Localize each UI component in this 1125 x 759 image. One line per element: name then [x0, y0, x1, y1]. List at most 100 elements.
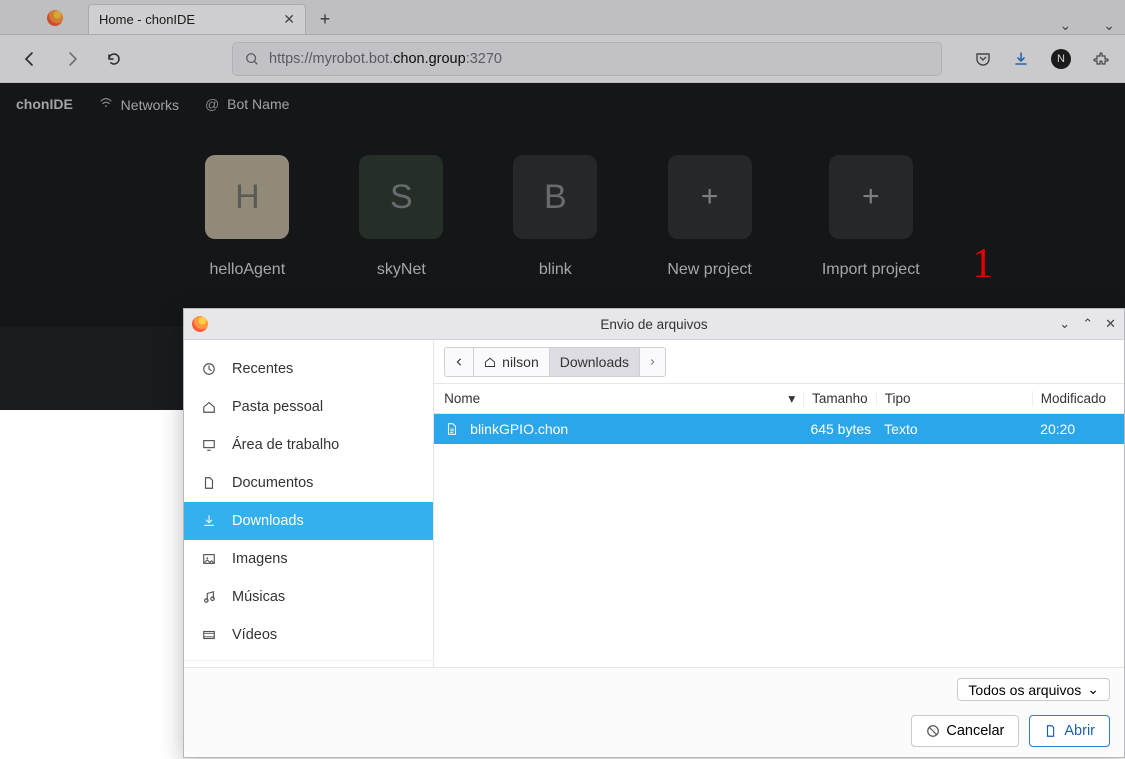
home-icon — [202, 400, 218, 414]
window-close-icon[interactable]: ✕ — [1105, 316, 1116, 332]
tabs-dropdown-icon[interactable]: ⌄ — [1060, 17, 1072, 34]
sidebar-item-label: Pasta pessoal — [232, 399, 323, 415]
dialog-main: nilson Downloads Nome ▾ Tamanho Tipo Modi… — [434, 340, 1124, 667]
downloads-icon[interactable] — [1013, 51, 1029, 67]
sort-desc-icon: ▾ — [788, 391, 795, 407]
project-label: blink — [539, 261, 572, 279]
url-bar[interactable]: https://myrobot.bot.chon.group:3270 — [232, 42, 942, 76]
file-list: blinkGPIO.chon 645 bytes Texto 20:20 — [434, 414, 1124, 667]
browser-tab[interactable]: Home - chonIDE ✕ — [88, 4, 306, 34]
new-tab-button[interactable]: + — [310, 4, 340, 34]
dialog-footer: Todos os arquivos ⌄ Cancelar Abrir — [184, 667, 1124, 757]
project-tile: B — [513, 155, 597, 239]
col-name[interactable]: Nome — [444, 391, 480, 406]
sidebar-item-label: Imagens — [232, 551, 288, 567]
project-tile: H — [205, 155, 289, 239]
file-size: 645 bytes — [804, 421, 876, 437]
desktop-icon — [202, 438, 218, 452]
doc-icon — [202, 476, 218, 490]
music-icon — [202, 590, 218, 604]
app-top-bar: chonIDE Networks @ Bot Name — [0, 83, 1125, 125]
video-icon — [202, 628, 218, 642]
project-label: skyNet — [377, 261, 426, 279]
annotation-1: 1 — [972, 240, 993, 288]
sidebar-item-label: Recentes — [232, 361, 293, 377]
sidebar-item-documentos[interactable]: Documentos — [184, 464, 433, 502]
path-more-button[interactable] — [640, 347, 666, 377]
project-tile: + — [668, 155, 752, 239]
dialog-title: Envio de arquivos — [600, 317, 707, 332]
profile-avatar[interactable]: N — [1051, 49, 1071, 69]
firefox-logo-icon — [192, 316, 208, 332]
tab-close-icon[interactable]: ✕ — [283, 11, 295, 28]
window-minimize-icon[interactable]: ⌄ — [1059, 316, 1070, 332]
path-home-segment[interactable]: nilson — [474, 347, 550, 377]
browser-navbar: https://myrobot.bot.chon.group:3270 N — [0, 35, 1125, 83]
wifi-icon — [99, 97, 117, 113]
chevron-down-icon: ⌄ — [1087, 681, 1099, 698]
project-label: helloAgent — [210, 261, 286, 279]
open-button[interactable]: Abrir — [1029, 715, 1110, 747]
project-card[interactable]: + Import project — [822, 155, 920, 279]
file-type: Texto — [876, 421, 1032, 437]
pocket-icon[interactable] — [975, 51, 991, 67]
column-headers[interactable]: Nome ▾ Tamanho Tipo Modificado — [434, 384, 1124, 414]
sidebar-item-label: Músicas — [232, 589, 285, 605]
search-icon — [245, 52, 259, 66]
nav-reload-button[interactable] — [100, 45, 128, 73]
tab-title: Home - chonIDE — [99, 12, 195, 27]
sidebar-item-vídeos[interactable]: Vídeos — [184, 616, 433, 654]
col-size[interactable]: Tamanho — [804, 391, 877, 406]
sidebar-item-label: Downloads — [232, 513, 304, 529]
firefox-logo-icon — [47, 10, 63, 26]
project-label: New project — [667, 261, 751, 279]
project-card[interactable]: + New project — [667, 155, 751, 279]
project-tile: S — [359, 155, 443, 239]
path-back-button[interactable] — [444, 347, 474, 377]
app-brand: chonIDE — [16, 96, 73, 112]
url-text: https://myrobot.bot.chon.group:3270 — [269, 51, 502, 67]
window-maximize-icon[interactable]: ⌃ — [1082, 316, 1093, 332]
sidebar-item-recentes[interactable]: Recentes — [184, 350, 433, 388]
home-icon — [484, 356, 496, 368]
tabs-dropdown-icon-2[interactable]: ⌄ — [1103, 17, 1115, 34]
nav-back-button[interactable] — [16, 45, 44, 73]
sidebar-item-downloads[interactable]: Downloads — [184, 502, 433, 540]
dialog-titlebar[interactable]: Envio de arquivos ⌄ ⌃ ✕ — [184, 309, 1124, 340]
path-bar: nilson Downloads — [434, 340, 1124, 384]
text-file-icon — [444, 421, 460, 437]
sidebar-item-label: Documentos — [232, 475, 313, 491]
project-card[interactable]: B blink — [513, 155, 597, 279]
download-icon — [202, 514, 218, 528]
sidebar-item-área-de-trabalho[interactable]: Área de trabalho — [184, 426, 433, 464]
nav-forward-button[interactable] — [58, 45, 86, 73]
file-modified: 20:20 — [1032, 421, 1114, 437]
sidebar-item-label: Área de trabalho — [232, 437, 339, 453]
project-label: Import project — [822, 261, 920, 279]
project-card[interactable]: S skyNet — [359, 155, 443, 279]
sidebar-item-imagens[interactable]: Imagens — [184, 540, 433, 578]
col-modified[interactable]: Modificado — [1033, 391, 1114, 406]
image-icon — [202, 552, 218, 566]
sidebar-item-pasta-pessoal[interactable]: Pasta pessoal — [184, 388, 433, 426]
col-type[interactable]: Tipo — [877, 391, 1033, 406]
file-row[interactable]: blinkGPIO.chon 645 bytes Texto 20:20 — [434, 414, 1124, 444]
extensions-icon[interactable] — [1093, 51, 1109, 67]
project-card[interactable]: H helloAgent — [205, 155, 289, 279]
cancel-icon — [926, 724, 940, 738]
botname-menu[interactable]: @ Bot Name — [205, 96, 289, 112]
path-current-segment[interactable]: Downloads — [550, 347, 640, 377]
file-name: blinkGPIO.chon — [470, 421, 568, 437]
browser-tabstrip: Home - chonIDE ✕ + ⌄ ⌄ — [0, 0, 1125, 35]
sidebar-item-músicas[interactable]: Músicas — [184, 578, 433, 616]
networks-menu[interactable]: Networks — [99, 96, 179, 113]
file-filter-combo[interactable]: Todos os arquivos ⌄ — [957, 678, 1110, 701]
open-file-icon — [1044, 724, 1058, 738]
file-upload-dialog: Envio de arquivos ⌄ ⌃ ✕ Recentes Pasta pe… — [183, 308, 1125, 758]
project-tile: + — [829, 155, 913, 239]
sidebar-item-label: Vídeos — [232, 627, 277, 643]
clock-icon — [202, 362, 218, 376]
cancel-button[interactable]: Cancelar — [911, 715, 1019, 747]
at-icon: @ — [205, 96, 219, 112]
dialog-sidebar: Recentes Pasta pessoal Área de trabalho Doc… — [184, 340, 434, 667]
